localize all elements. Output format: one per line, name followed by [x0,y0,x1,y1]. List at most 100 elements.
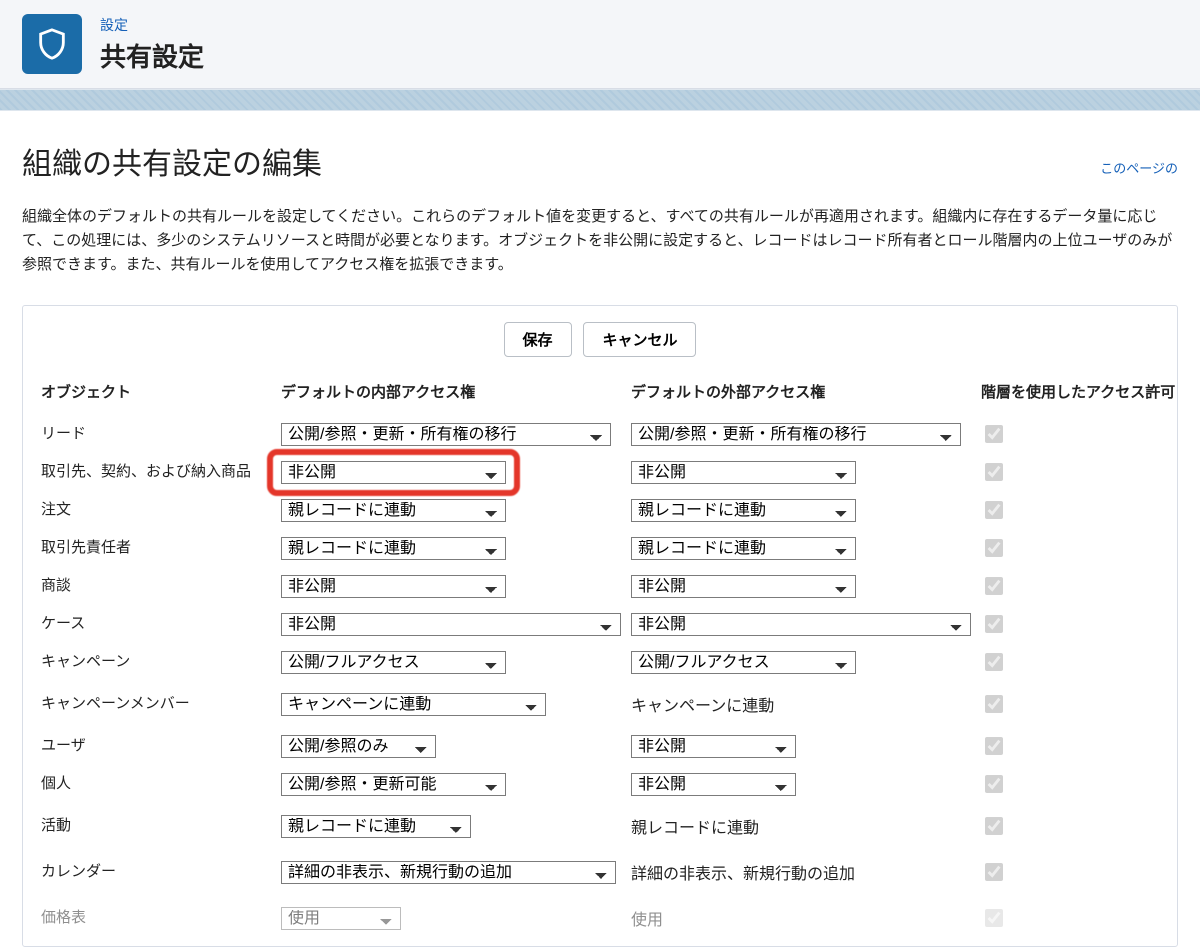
access-select[interactable]: 公開/参照・更新・所有権の移行 [631,423,961,446]
col-external: デフォルトの外部アクセス権 [631,381,981,412]
cancel-button[interactable]: キャンセル [583,322,696,357]
intro-text: 組織全体のデフォルトの共有ルールを設定してください。これらのデフォルト値を変更す… [22,205,1178,277]
object-label: ユーザ [41,730,281,762]
breadcrumb[interactable]: 設定 [100,15,204,35]
access-text: 詳細の非表示、新規行動の追加 [631,856,981,888]
external-cell: 公開/参照・更新・所有権の移行 [631,419,981,450]
object-label: リード [41,418,281,450]
access-select[interactable]: 非公開 [631,735,796,758]
access-select[interactable]: 親レコードに連動 [281,499,506,522]
external-cell: 非公開 [631,731,981,762]
access-select[interactable]: 非公開 [281,613,621,636]
col-hierarchy: 階層を使用したアクセス許可 [981,381,1200,412]
object-label: 取引先責任者 [41,532,281,564]
hierarchy-checkbox[interactable] [985,539,1003,557]
hierarchy-checkbox[interactable] [985,737,1003,755]
access-select[interactable]: 使用 [281,907,401,930]
hierarchy-checkbox[interactable] [985,615,1003,633]
internal-cell: 公開/参照・更新・所有権の移行 [281,419,631,450]
page-title: 組織の共有設定の編集 [22,139,322,183]
object-label: 活動 [41,810,281,842]
hierarchy-cell [981,730,1200,762]
access-select[interactable]: 詳細の非表示、新規行動の追加 [281,861,616,884]
hierarchy-cell [981,646,1200,678]
access-select[interactable]: 親レコードに連動 [631,537,856,560]
hierarchy-checkbox[interactable] [985,909,1003,927]
hierarchy-cell [981,902,1200,934]
internal-cell: 非公開 [281,609,631,640]
object-label: 個人 [41,768,281,800]
access-select[interactable]: 親レコードに連動 [631,499,856,522]
help-link[interactable]: このページの [1100,158,1178,177]
external-cell: 使用 [631,898,981,938]
hierarchy-checkbox[interactable] [985,817,1003,835]
hierarchy-checkbox[interactable] [985,863,1003,881]
page-header-title: 共有設定 [100,37,204,74]
access-select[interactable]: 非公開 [631,613,971,636]
hierarchy-cell [981,456,1200,488]
access-text: 使用 [631,902,981,934]
access-select[interactable]: 公開/参照・更新可能 [281,773,506,796]
external-cell: 親レコードに連動 [631,533,981,564]
access-select[interactable]: 公開/フルアクセス [281,651,506,674]
hierarchy-cell [981,494,1200,526]
hierarchy-checkbox[interactable] [985,775,1003,793]
hierarchy-checkbox[interactable] [985,695,1003,713]
object-label: カレンダー [41,856,281,888]
hierarchy-checkbox[interactable] [985,653,1003,671]
header-titles: 設定 共有設定 [100,15,204,74]
access-select[interactable]: 公開/参照のみ [281,735,436,758]
access-select[interactable]: 非公開 [631,575,856,598]
object-label: 取引先、契約、および納入商品 [41,456,281,488]
external-cell: 非公開 [631,609,981,640]
access-select[interactable]: 公開/参照・更新・所有権の移行 [281,423,611,446]
external-cell: 詳細の非表示、新規行動の追加 [631,852,981,892]
access-select[interactable]: 公開/フルアクセス [631,651,856,674]
access-select[interactable]: キャンペーンに連動 [281,693,546,716]
internal-cell: 親レコードに連動 [281,811,631,842]
hierarchy-cell [981,532,1200,564]
hierarchy-checkbox[interactable] [985,501,1003,519]
settings-panel: 保存 キャンセル オブジェクト デフォルトの内部アクセス権 デフォルトの外部アク… [22,305,1178,947]
hierarchy-checkbox[interactable] [985,425,1003,443]
save-button[interactable]: 保存 [504,322,572,357]
hierarchy-checkbox[interactable] [985,463,1003,481]
access-select[interactable]: 非公開 [281,575,506,598]
access-select[interactable]: 親レコードに連動 [281,815,471,838]
col-object: オブジェクト [41,381,281,412]
internal-cell: キャンペーンに連動 [281,689,631,720]
external-cell: 非公開 [631,769,981,800]
object-label: 注文 [41,494,281,526]
object-label: 商談 [41,570,281,602]
shield-icon [22,14,82,74]
access-text: 親レコードに連動 [631,810,981,842]
internal-cell: 親レコードに連動 [281,533,631,564]
hierarchy-cell [981,608,1200,640]
hierarchy-cell [981,688,1200,720]
hierarchy-cell [981,768,1200,800]
header-bar: 設定 共有設定 [0,0,1200,89]
internal-cell: 詳細の非表示、新規行動の追加 [281,857,631,888]
access-select[interactable]: 非公開 [631,773,796,796]
external-cell: 親レコードに連動 [631,495,981,526]
external-cell: 親レコードに連動 [631,806,981,846]
object-label: キャンペーンメンバー [41,688,281,720]
hierarchy-cell [981,810,1200,842]
highlight-annotation: 非公開 [281,461,506,484]
button-row: 保存 キャンセル [41,322,1159,357]
access-select[interactable]: 親レコードに連動 [281,537,506,560]
access-select[interactable]: 非公開 [281,461,506,484]
external-cell: キャンペーンに連動 [631,684,981,724]
access-select[interactable]: 非公開 [631,461,856,484]
divider [0,89,1200,111]
internal-cell: 非公開 [281,457,631,488]
col-internal: デフォルトの内部アクセス権 [281,381,631,412]
external-cell: 公開/フルアクセス [631,647,981,678]
hierarchy-checkbox[interactable] [985,577,1003,595]
settings-grid: オブジェクト デフォルトの内部アクセス権 デフォルトの外部アクセス権 階層を使用… [41,381,1159,938]
object-label: 価格表 [41,902,281,934]
internal-cell: 使用 [281,903,631,934]
internal-cell: 公開/参照のみ [281,731,631,762]
internal-cell: 非公開 [281,571,631,602]
internal-cell: 親レコードに連動 [281,495,631,526]
